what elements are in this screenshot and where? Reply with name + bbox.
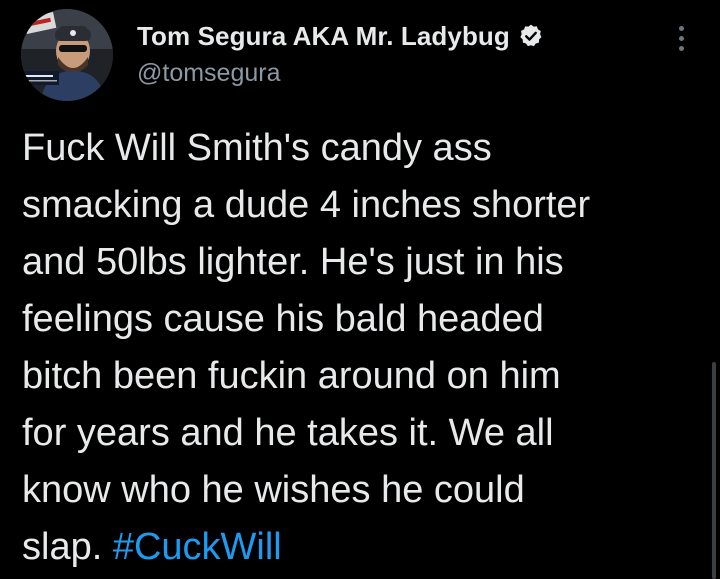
tweet-text-line: Fuck Will Smith's candy ass (22, 127, 492, 169)
author-display-name[interactable]: Tom Segura AKA Mr. Ladybug (137, 21, 510, 52)
tweet-card: Tom Segura AKA Mr. Ladybug @tomsegura Fu… (0, 0, 720, 579)
verified-badge-icon (518, 23, 544, 49)
avatar-image (21, 9, 113, 101)
tweet-text-fragment: slap. (22, 526, 113, 568)
display-name-row: Tom Segura AKA Mr. Ladybug (137, 19, 544, 53)
tweet-text: Fuck Will Smith's candy ass smacking a d… (22, 120, 702, 576)
tweet-text-line: for years and he takes it. We all (22, 412, 554, 454)
more-options-icon[interactable] (673, 26, 689, 56)
tweet-text-line: feelings cause his bald headed (22, 298, 544, 340)
author-handle[interactable]: @tomsegura (137, 59, 544, 88)
tweet-text-line: smacking a dude 4 inches shorter (22, 184, 591, 226)
tweet-text-line: know who he wishes he could (22, 469, 525, 511)
hashtag-link[interactable]: #CuckWill (113, 526, 282, 568)
scrollbar[interactable] (712, 362, 716, 579)
tweet-text-last-line: slap. #CuckWill (22, 519, 702, 576)
author-names: Tom Segura AKA Mr. Ladybug @tomsegura (137, 19, 544, 88)
tweet-text-line: bitch been fuckin around on him (22, 355, 561, 397)
tweet-header: Tom Segura AKA Mr. Ladybug @tomsegura (21, 9, 701, 101)
tweet-text-line: and 50lbs lighter. He's just in his (22, 241, 564, 283)
author-avatar[interactable] (21, 9, 113, 101)
